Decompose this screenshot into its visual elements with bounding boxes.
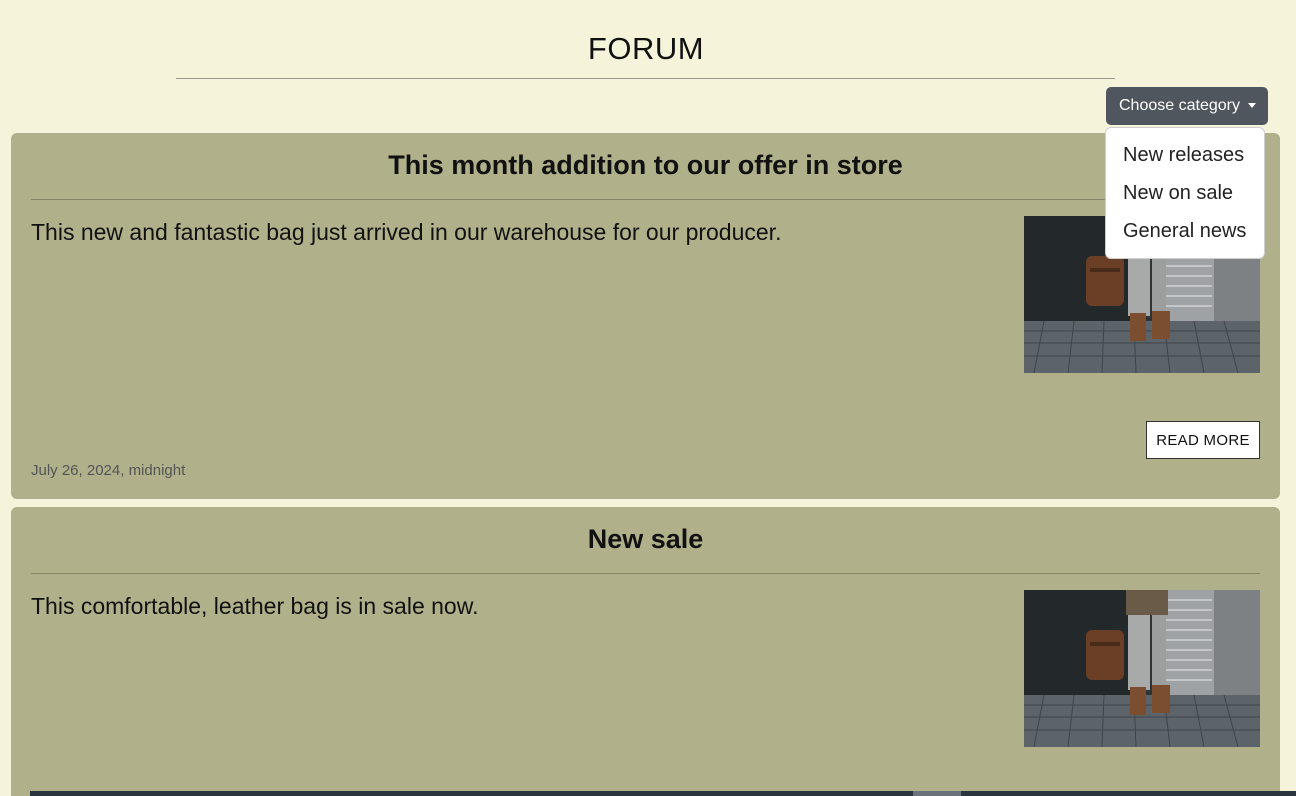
- dropdown-item-new-on-sale[interactable]: New on sale: [1106, 174, 1264, 212]
- bag-photo-icon: [1024, 590, 1260, 747]
- post-divider: [31, 573, 1260, 574]
- choose-category-label: Choose category: [1119, 97, 1240, 114]
- post-title: This month addition to our offer in stor…: [388, 150, 903, 180]
- post-card: New sale This comfortable, leather bag i…: [11, 507, 1280, 796]
- horizontal-scrollbar[interactable]: [30, 791, 1296, 796]
- post-divider: [31, 199, 1260, 200]
- post-card: This month addition to our offer in stor…: [11, 133, 1280, 499]
- post-date: July 26, 2024, midnight: [31, 462, 186, 479]
- post-image: [1024, 590, 1260, 747]
- scrollbar-thumb[interactable]: [913, 791, 961, 796]
- choose-category-button[interactable]: Choose category: [1106, 87, 1268, 125]
- dropdown-item-general-news[interactable]: General news: [1106, 212, 1264, 250]
- read-more-button[interactable]: READ MORE: [1146, 421, 1260, 459]
- dropdown-item-new-releases[interactable]: New releases: [1106, 136, 1264, 174]
- post-text: This comfortable, leather bag is in sale…: [31, 593, 479, 619]
- post-text: This new and fantastic bag just arrived …: [31, 219, 782, 245]
- category-dropdown-menu: New releases New on sale General news: [1105, 127, 1265, 259]
- page-title: FORUM: [587, 31, 705, 66]
- post-title: New sale: [587, 524, 704, 554]
- caret-down-icon: [1247, 102, 1256, 108]
- title-divider: [176, 78, 1115, 79]
